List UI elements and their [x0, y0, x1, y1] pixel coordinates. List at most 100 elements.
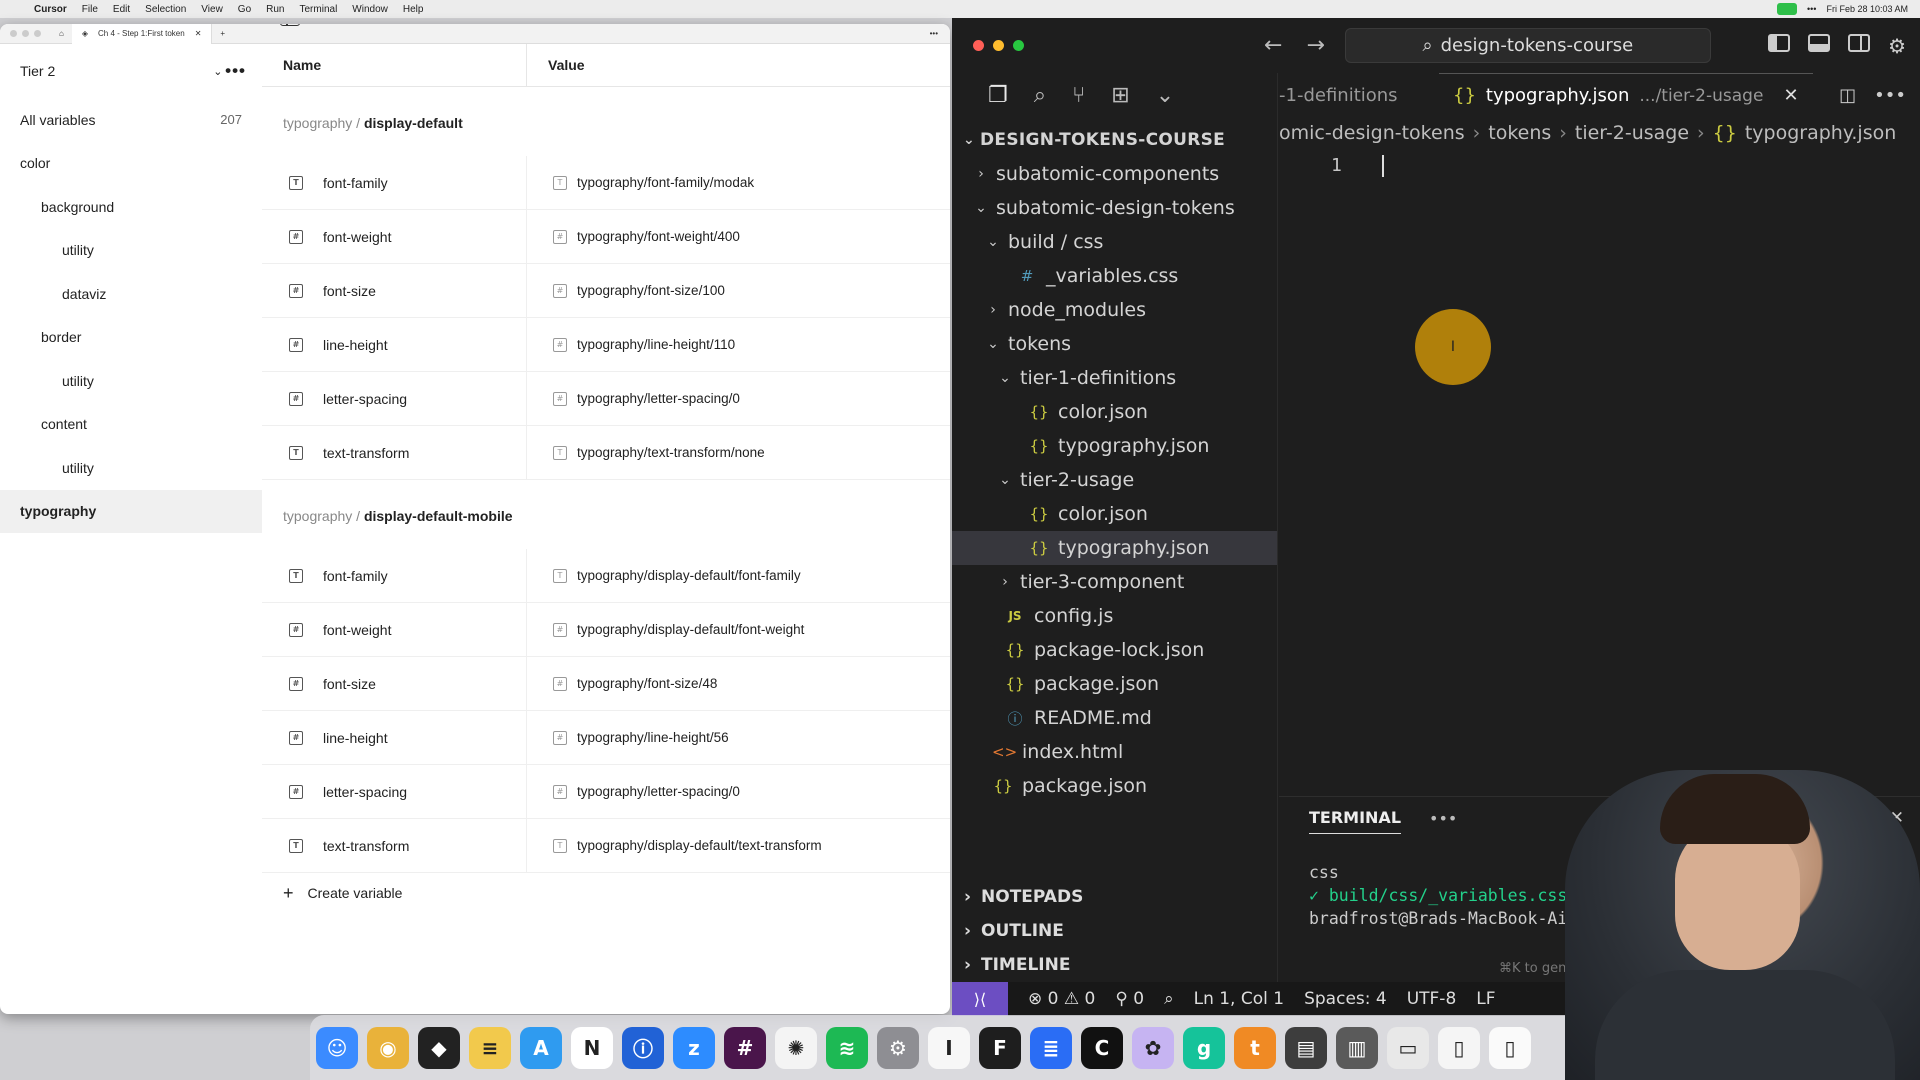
file-item[interactable]: {} package.json [952, 667, 1277, 701]
grammarly-icon[interactable]: g [1183, 1026, 1225, 1069]
sidebar-item-dataviz[interactable]: dataviz [0, 272, 262, 316]
figma-icon[interactable]: F [979, 1026, 1021, 1069]
file-item[interactable]: {} package.json [952, 769, 1277, 803]
sidebar-item-typography[interactable]: typography [0, 489, 262, 533]
variable-name-cell[interactable]: # line-height [262, 711, 527, 764]
minimize-window-button[interactable] [993, 40, 1004, 51]
variable-value-cell[interactable]: # typography/font-weight/400 [527, 229, 740, 244]
appstore-icon[interactable]: A [520, 1026, 562, 1069]
recording-icon[interactable] [1777, 3, 1797, 15]
menu-help[interactable]: Help [403, 4, 424, 15]
docs-icon[interactable]: ≣ [1030, 1026, 1072, 1069]
menu-terminal[interactable]: Terminal [300, 4, 338, 15]
spotify-icon[interactable]: ≋ [826, 1026, 868, 1069]
tab-file[interactable]: ◈ Ch 4 - Step 1:First token ✕ [71, 24, 213, 44]
file-item[interactable]: JS config.js [952, 599, 1277, 633]
chrome-icon[interactable]: ◉ [367, 1026, 409, 1069]
folder-item[interactable]: ⌄ subatomic-design-tokens [952, 191, 1277, 225]
variable-value-cell[interactable]: # typography/display-default/font-weight [527, 622, 804, 637]
toggle-panel-icon[interactable] [1808, 33, 1831, 52]
back-arrow-icon[interactable]: ← [1264, 33, 1282, 58]
sidebar-item-border[interactable]: border [0, 316, 262, 360]
variable-name-cell[interactable]: Ttext-transform [262, 426, 527, 479]
variable-value-cell[interactable]: Ttypography/font-family/modak [527, 175, 754, 190]
notes-icon[interactable]: ≡ [469, 1026, 511, 1069]
file-item[interactable]: ⓘ README.md [952, 701, 1277, 735]
table-row[interactable]: Tfont-family Ttypography/font-family/moda… [262, 156, 950, 210]
extensions-icon[interactable]: ⊞ [1111, 83, 1129, 108]
menu-edit[interactable]: Edit [113, 4, 130, 15]
menu-go[interactable]: Go [238, 4, 251, 15]
sidebar-item-content[interactable]: content [0, 403, 262, 447]
zoom-window-button[interactable] [1013, 40, 1024, 51]
toggle-sidebar-button[interactable] [280, 24, 300, 26]
table-row[interactable]: # letter-spacing # typography/letter-spacin… [262, 372, 950, 426]
cursor-app-icon[interactable]: ◆ [418, 1026, 460, 1069]
close-icon[interactable]: ✕ [1783, 85, 1798, 106]
document-icon[interactable]: ▯ [1438, 1026, 1480, 1069]
sidebar-item-background[interactable]: background [0, 185, 262, 229]
problems-status[interactable]: ⊗ 0 ⚠ 0 [1028, 989, 1095, 1009]
table-row[interactable]: Ttext-transform Ttypography/display-defau… [262, 819, 950, 873]
variable-name-cell[interactable]: # font-size [262, 657, 527, 710]
table-row[interactable]: # line-height # typography/line-height/56 [262, 711, 950, 765]
create-variable-button[interactable]: + Create variable [262, 873, 950, 913]
tool-icon[interactable]: t [1234, 1026, 1276, 1069]
home-icon[interactable]: ⌂ [51, 29, 72, 38]
settings-icon[interactable]: ⚙ [877, 1026, 919, 1069]
remote-icon[interactable]: ⟩⟨ [952, 982, 1008, 1016]
toggle-primary-sidebar-icon[interactable] [1768, 33, 1791, 52]
table-row[interactable]: # letter-spacing # typography/letter-spacin… [262, 765, 950, 819]
table-row[interactable]: Tfont-family Ttypography/display-default/… [262, 549, 950, 603]
sidebar-item-all-variables[interactable]: All variables 207 [0, 98, 262, 142]
variable-name-cell[interactable]: # line-height [262, 318, 527, 371]
gear-icon[interactable]: ⚙ [1888, 34, 1906, 58]
end-of-line[interactable]: LF [1476, 989, 1495, 1009]
more-actions-icon[interactable]: ••• [1874, 85, 1906, 106]
file-item[interactable]: <> index.html [952, 735, 1277, 769]
variable-value-cell[interactable]: Ttypography/display-default/text-transfo… [527, 838, 822, 853]
table-row[interactable]: # font-weight # typography/display-default/… [262, 603, 950, 657]
tab-terminal[interactable]: TERMINAL [1309, 808, 1402, 834]
control-center-icon[interactable]: ••• [1807, 4, 1816, 14]
command-center-search[interactable]: ⌕ design-tokens-course [1344, 28, 1711, 63]
breadcrumb-item[interactable]: tokens [1488, 122, 1551, 144]
menu-view[interactable]: View [201, 4, 223, 15]
variable-name-cell[interactable]: # letter-spacing [262, 372, 527, 425]
breadcrumb-item[interactable]: typography.json [1745, 122, 1896, 144]
folder-item[interactable]: › subatomic-components [952, 157, 1277, 191]
encoding[interactable]: UTF-8 [1407, 989, 1457, 1009]
section-timeline[interactable]: › TIMELINE [952, 948, 1277, 982]
text-editor-icon[interactable]: I [928, 1026, 970, 1069]
file-item[interactable]: {} package-lock.json [952, 633, 1277, 667]
chevron-down-icon[interactable]: ⌄ [1156, 83, 1174, 108]
sidebar-item-utility[interactable]: utility [0, 446, 262, 490]
notion-icon[interactable]: N [571, 1026, 613, 1069]
variable-value-cell[interactable]: # typography/line-height/110 [527, 337, 735, 352]
file-item[interactable]: {} typography.json [952, 429, 1277, 463]
new-tab-icon[interactable]: + [212, 29, 233, 38]
sidebar-item-color[interactable]: color [0, 142, 262, 186]
variable-value-cell[interactable]: # typography/font-size/100 [527, 283, 725, 298]
folder-item[interactable]: › tier-3-component [952, 565, 1277, 599]
more-icon[interactable]: ••• [1429, 809, 1457, 828]
variable-value-cell[interactable]: # typography/font-size/48 [527, 676, 717, 691]
search-icon[interactable]: ⌕ [1034, 83, 1046, 108]
slack-icon[interactable]: # [724, 1026, 766, 1069]
file-item[interactable]: {} typography.json [952, 531, 1277, 565]
document-2-icon[interactable]: ▯ [1489, 1026, 1531, 1069]
tab-typography-json[interactable]: {} typography.json .../tier-2-usage ✕ [1439, 73, 1813, 117]
close-icon[interactable]: ✕ [195, 29, 202, 38]
1password-icon[interactable]: ⓘ [622, 1026, 664, 1069]
more-options-icon[interactable]: ••• [225, 61, 246, 81]
tab-tier-1-definitions[interactable]: -1-definitions [1279, 85, 1439, 106]
folder-item[interactable]: ⌄ DESIGN-TOKENS-COURSE [952, 123, 1277, 157]
variable-name-cell[interactable]: # font-weight [262, 603, 527, 656]
folder-item[interactable]: › node_modules [952, 293, 1277, 327]
table-row[interactable]: # font-weight # typography/font-weight/400 [262, 210, 950, 264]
ports-status[interactable]: ⚲ 0 [1115, 989, 1144, 1009]
datetime[interactable]: Fri Feb 28 10:03 AM [1826, 4, 1908, 14]
folder-item[interactable]: ⌄ build / css [952, 225, 1277, 259]
scanner-icon[interactable]: ▥ [1336, 1026, 1378, 1069]
variable-name-cell[interactable]: Tfont-family [262, 549, 527, 602]
